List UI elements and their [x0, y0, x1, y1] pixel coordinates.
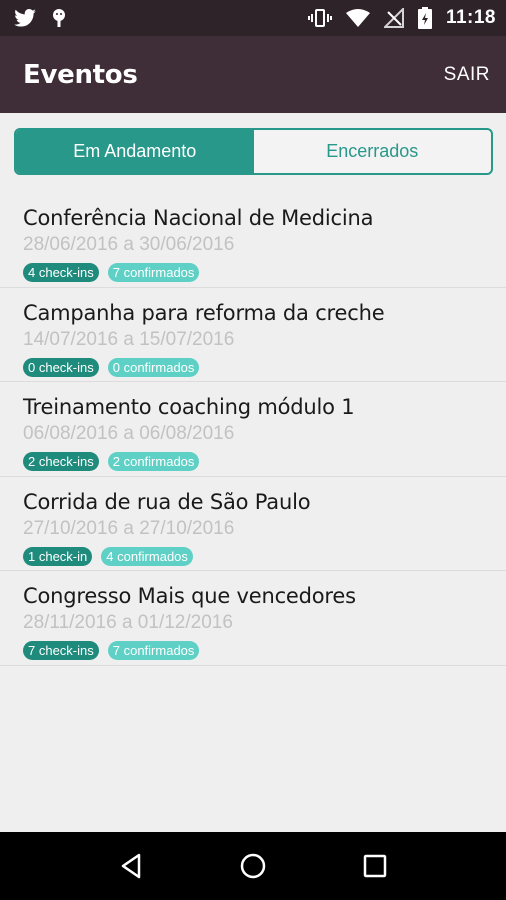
status-bar: 11:18	[0, 0, 506, 36]
event-title: Conferência Nacional de Medicina	[23, 206, 374, 230]
vibrate-icon	[307, 8, 332, 28]
badges: 7 check-ins 7 confirmados	[23, 641, 506, 660]
navigation-bar	[0, 832, 506, 900]
badges: 0 check-ins 0 confirmados	[23, 357, 506, 377]
event-item[interactable]: Conferência Nacional de Medicina 28/06/2…	[0, 193, 506, 288]
logout-button[interactable]: SAIR	[444, 64, 490, 86]
event-item[interactable]: Corrida de rua de São Paulo 27/10/2016 a…	[0, 477, 506, 571]
twitter-icon	[14, 9, 36, 27]
event-dates: 28/11/2016 a 01/12/2016	[23, 612, 233, 633]
event-item[interactable]: Congresso Mais que vencedores 28/11/2016…	[0, 571, 506, 666]
confirmed-badge: 7 confirmados	[107, 641, 200, 660]
event-item[interactable]: Campanha para reforma da creche 14/07/20…	[0, 288, 506, 382]
event-dates: 28/06/2016 a 30/06/2016	[23, 234, 235, 255]
recents-icon[interactable]	[355, 846, 395, 886]
back-icon[interactable]	[111, 846, 151, 886]
event-title: Treinamento coaching módulo 1	[23, 395, 355, 419]
badges: 4 check-ins 7 confirmados	[23, 263, 506, 282]
tab-em-andamento[interactable]: Em Andamento	[16, 130, 254, 173]
event-dates: 27/10/2016 a 27/10/2016	[23, 517, 235, 539]
badges: 2 check-ins 2 confirmados	[23, 452, 506, 471]
confirmed-badge: 4 confirmados	[101, 546, 193, 566]
app-bar: Eventos SAIR	[0, 36, 506, 113]
event-title: Congresso Mais que vencedores	[23, 584, 356, 608]
wifi-icon	[345, 8, 370, 28]
checkin-badge: 1 check-in	[23, 546, 93, 566]
event-list: Conferência Nacional de Medicina 28/06/2…	[0, 193, 506, 666]
event-item[interactable]: Treinamento coaching módulo 1 06/08/2016…	[0, 382, 506, 477]
confirmed-badge: 7 confirmados	[107, 263, 200, 282]
event-dates: 14/07/2016 a 15/07/2016	[23, 328, 235, 350]
page-title: Eventos	[23, 59, 138, 90]
status-left	[14, 8, 68, 28]
confirmed-badge: 0 confirmados	[107, 357, 200, 377]
badges: 1 check-in 4 confirmados	[23, 546, 506, 566]
android-icon	[50, 8, 68, 28]
segmented-tabs: Em Andamento Encerrados	[14, 128, 493, 175]
event-dates: 06/08/2016 a 06/08/2016	[23, 423, 235, 444]
tab-encerrados[interactable]: Encerrados	[254, 130, 492, 173]
status-time: 11:18	[445, 7, 496, 28]
checkin-badge: 7 check-ins	[23, 641, 99, 660]
battery-icon	[417, 7, 432, 29]
checkin-badge: 2 check-ins	[23, 452, 99, 471]
home-icon[interactable]	[233, 846, 273, 886]
checkin-badge: 0 check-ins	[23, 357, 99, 377]
confirmed-badge: 2 confirmados	[107, 452, 200, 471]
screen: 11:18 Eventos SAIR Em Andamento Encerrad…	[0, 0, 506, 900]
checkin-badge: 4 check-ins	[23, 263, 99, 282]
no-signal-icon	[383, 8, 404, 28]
event-title: Corrida de rua de São Paulo	[23, 489, 311, 514]
status-right: 11:18	[307, 7, 496, 29]
event-title: Campanha para reforma da creche	[23, 300, 385, 325]
